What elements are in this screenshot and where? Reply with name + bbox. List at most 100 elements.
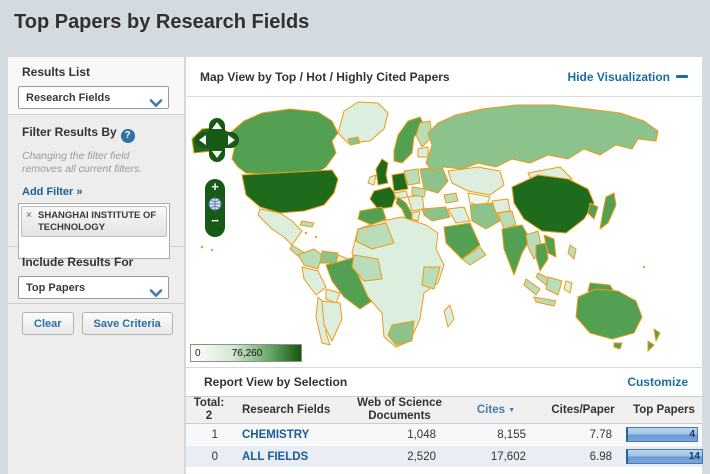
- add-filter-link[interactable]: Add Filter »: [22, 186, 83, 198]
- country-japan[interactable]: [599, 192, 617, 230]
- country-romania[interactable]: [411, 186, 427, 198]
- country-uk[interactable]: [375, 158, 389, 186]
- zoom-out-icon[interactable]: −: [205, 213, 225, 229]
- sort-desc-icon: ▼: [508, 406, 516, 414]
- include-results-section: Include Results For Top Papers: [8, 247, 184, 304]
- country-france[interactable]: [369, 186, 397, 210]
- include-results-selected: Top Papers: [26, 282, 86, 294]
- country-iceland[interactable]: [347, 136, 361, 146]
- country-russia[interactable]: [425, 104, 659, 172]
- column-research-fields: Research Fields: [242, 403, 331, 416]
- country-peru[interactable]: [301, 266, 327, 296]
- country-greece[interactable]: [411, 210, 421, 222]
- results-list-label: Results List: [22, 65, 91, 79]
- country-new-zealand-south[interactable]: [647, 340, 655, 352]
- top-papers-cell: 4: [626, 427, 706, 442]
- table-row: 0 ALL FIELDS 2,520 17,602 6.98 14: [186, 446, 703, 468]
- country-greenland[interactable]: [337, 101, 389, 144]
- column-wos-documents: Web of Science Documents: [357, 397, 442, 422]
- country-ireland[interactable]: [367, 174, 377, 186]
- island-sulawesi[interactable]: [563, 280, 573, 294]
- save-criteria-button[interactable]: Save Criteria: [81, 312, 173, 335]
- island-madagascar[interactable]: [443, 304, 455, 328]
- map-view-title: Map View by Top / Hot / Highly Cited Pap…: [200, 69, 450, 84]
- field-link[interactable]: ALL FIELDS: [232, 451, 347, 463]
- region-east-africa[interactable]: [421, 266, 441, 290]
- results-list-selected: Research Fields: [26, 92, 111, 104]
- chevron-down-icon: [149, 95, 163, 113]
- legend-max-label: 76,260: [231, 348, 263, 359]
- island-java[interactable]: [533, 296, 557, 307]
- remove-filter-icon[interactable]: ×: [26, 210, 32, 222]
- country-australia[interactable]: [575, 288, 643, 340]
- row-count: 1: [211, 428, 218, 441]
- report-table: Total: 2 Research Fields Web of Science …: [186, 396, 703, 468]
- column-top-papers: Top Papers: [633, 403, 695, 416]
- docs-value: 1,048: [407, 428, 436, 441]
- filter-label: Filter Results By?: [22, 125, 184, 143]
- country-iraq[interactable]: [447, 206, 471, 224]
- country-bolivia[interactable]: [325, 288, 341, 304]
- docs-value: 2,520: [407, 450, 436, 463]
- clear-button[interactable]: Clear: [22, 312, 74, 335]
- map-zoom-control[interactable]: + −: [205, 179, 225, 237]
- page-header: Top Papers by Research Fields: [0, 0, 710, 57]
- row-count: 0: [211, 450, 218, 463]
- include-results-select[interactable]: Top Papers: [18, 276, 169, 299]
- country-venezuela[interactable]: [319, 250, 339, 264]
- island-sumatra[interactable]: [523, 278, 541, 296]
- cites-per-paper-value: 7.78: [589, 428, 612, 441]
- cites-value: 8,155: [497, 428, 526, 441]
- country-new-zealand[interactable]: [653, 328, 661, 342]
- region-baltics[interactable]: [417, 146, 429, 158]
- legend-min-label: 0: [195, 348, 201, 359]
- top-papers-bar[interactable]: 14: [626, 449, 703, 464]
- region-balkans[interactable]: [407, 194, 425, 212]
- region-alps[interactable]: [393, 190, 409, 200]
- customize-link[interactable]: Customize: [627, 375, 688, 389]
- filter-note: Changing the filter field removes all cu…: [22, 150, 143, 176]
- zoom-in-icon[interactable]: +: [205, 179, 225, 195]
- report-view-header: Report View by Selection Customize: [186, 368, 702, 396]
- country-cuba[interactable]: [299, 220, 315, 228]
- country-china[interactable]: [511, 174, 595, 234]
- country-turkey[interactable]: [421, 206, 451, 222]
- criteria-buttons-section: Clear Save Criteria: [8, 304, 184, 335]
- filter-tag-label: SHANGHAI INSTITUTE OF TECHNOLOGY: [38, 210, 157, 233]
- help-icon[interactable]: ?: [120, 129, 135, 143]
- field-link[interactable]: CHEMISTRY: [232, 429, 347, 441]
- cites-value: 17,602: [490, 450, 526, 463]
- country-canada[interactable]: [229, 108, 339, 178]
- sidebar: Results List Research Fields Filter Resu…: [8, 57, 185, 474]
- column-cites-sort[interactable]: Cites ▼: [452, 404, 540, 417]
- map-pan-control[interactable]: [195, 118, 239, 162]
- hide-visualization-link[interactable]: Hide Visualization: [568, 70, 688, 84]
- top-papers-bar[interactable]: 4: [626, 427, 698, 442]
- top-papers-cell: 14: [626, 449, 710, 464]
- results-list-select[interactable]: Research Fields: [18, 86, 169, 109]
- table-row: 1 CHEMISTRY 1,048 8,155 7.78 4: [186, 424, 702, 446]
- map-view-header: Map View by Top / Hot / Highly Cited Pap…: [186, 57, 702, 97]
- country-usa[interactable]: [241, 169, 339, 214]
- filter-section: Filter Results By? Changing the filter f…: [8, 115, 184, 260]
- include-results-label: Include Results For: [22, 255, 134, 269]
- country-south-korea[interactable]: [587, 202, 599, 220]
- region-caucasus[interactable]: [443, 192, 459, 204]
- choropleth-map[interactable]: [186, 97, 702, 368]
- cites-per-paper-value: 6.98: [589, 450, 612, 463]
- results-list-section: Results List Research Fields: [8, 57, 184, 115]
- country-philippines[interactable]: [567, 244, 577, 260]
- globe-icon[interactable]: [205, 195, 225, 213]
- map-legend: 0 76,260: [190, 344, 302, 362]
- filter-tag: × SHANGHAI INSTITUTE OF TECHNOLOGY: [21, 206, 167, 238]
- table-header-row: Total: 2 Research Fields Web of Science …: [186, 396, 702, 424]
- country-kazakhstan[interactable]: [447, 166, 505, 196]
- island-tasmania[interactable]: [613, 342, 623, 350]
- collapse-icon: [676, 75, 688, 78]
- country-mexico[interactable]: [257, 208, 303, 246]
- island-borneo[interactable]: [545, 276, 563, 296]
- world-map[interactable]: + − 0 76,260: [186, 97, 702, 368]
- page-title: Top Papers by Research Fields: [14, 11, 310, 33]
- country-india[interactable]: [501, 224, 531, 276]
- column-cites-per-paper: Cites/Paper: [551, 403, 615, 416]
